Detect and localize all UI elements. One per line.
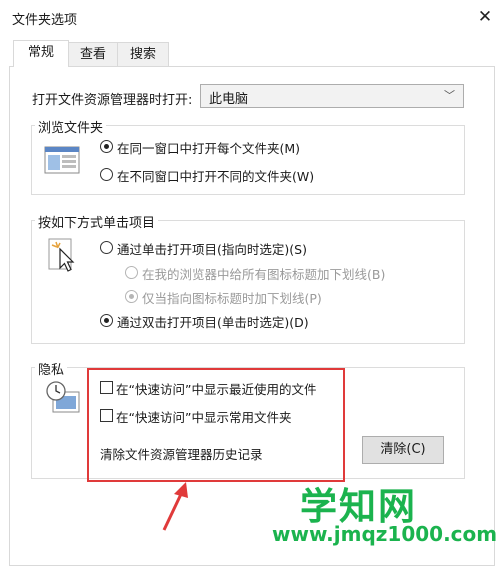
radio-double-click[interactable] xyxy=(100,314,113,327)
underline-all-label: 在我的浏览器中给所有图标标题加下划线(B) xyxy=(142,267,386,282)
privacy-clock-icon xyxy=(44,380,82,414)
chevron-down-icon: ﹀ xyxy=(444,89,455,102)
click-items-legend: 按如下方式单击项目 xyxy=(35,212,159,231)
annotation-arrow-icon xyxy=(162,482,188,531)
tab-search[interactable]: 搜索 xyxy=(117,42,169,66)
new-window-label: 在不同窗口中打开不同的文件夹(W) xyxy=(117,169,315,184)
radio-underline-all[interactable] xyxy=(125,266,138,279)
close-icon[interactable]: ✕ xyxy=(474,6,496,28)
window-title: 文件夹选项 xyxy=(12,13,78,28)
tab-general[interactable]: 常规 xyxy=(13,40,69,67)
open-explorer-select[interactable]: 此电脑 ﹀ xyxy=(200,84,464,108)
watermark-url: www.jmqz1000.com xyxy=(272,522,498,546)
radio-single-click[interactable] xyxy=(100,241,113,254)
privacy-legend: 隐私 xyxy=(35,359,68,378)
pointer-cursor-icon xyxy=(48,238,80,274)
tab-view[interactable]: 查看 xyxy=(68,42,118,66)
clear-button[interactable]: 清除(C) xyxy=(362,436,444,464)
open-explorer-label: 打开文件资源管理器时打开: xyxy=(32,93,193,108)
same-window-label: 在同一窗口中打开每个文件夹(M) xyxy=(117,141,301,156)
radio-new-window[interactable] xyxy=(100,168,113,181)
single-click-label: 通过单击打开项目(指向时选定)(S) xyxy=(117,242,307,257)
open-explorer-value: 此电脑 xyxy=(209,92,249,107)
folder-window-icon xyxy=(44,146,80,174)
highlight-box xyxy=(87,368,345,482)
underline-hover-label: 仅当指向图标标题时加下划线(P) xyxy=(142,291,322,306)
browse-folders-legend: 浏览文件夹 xyxy=(35,117,107,136)
double-click-label: 通过双击打开项目(单击时选定)(D) xyxy=(117,315,309,330)
radio-same-window[interactable] xyxy=(100,140,113,153)
radio-underline-hover[interactable] xyxy=(125,290,138,303)
